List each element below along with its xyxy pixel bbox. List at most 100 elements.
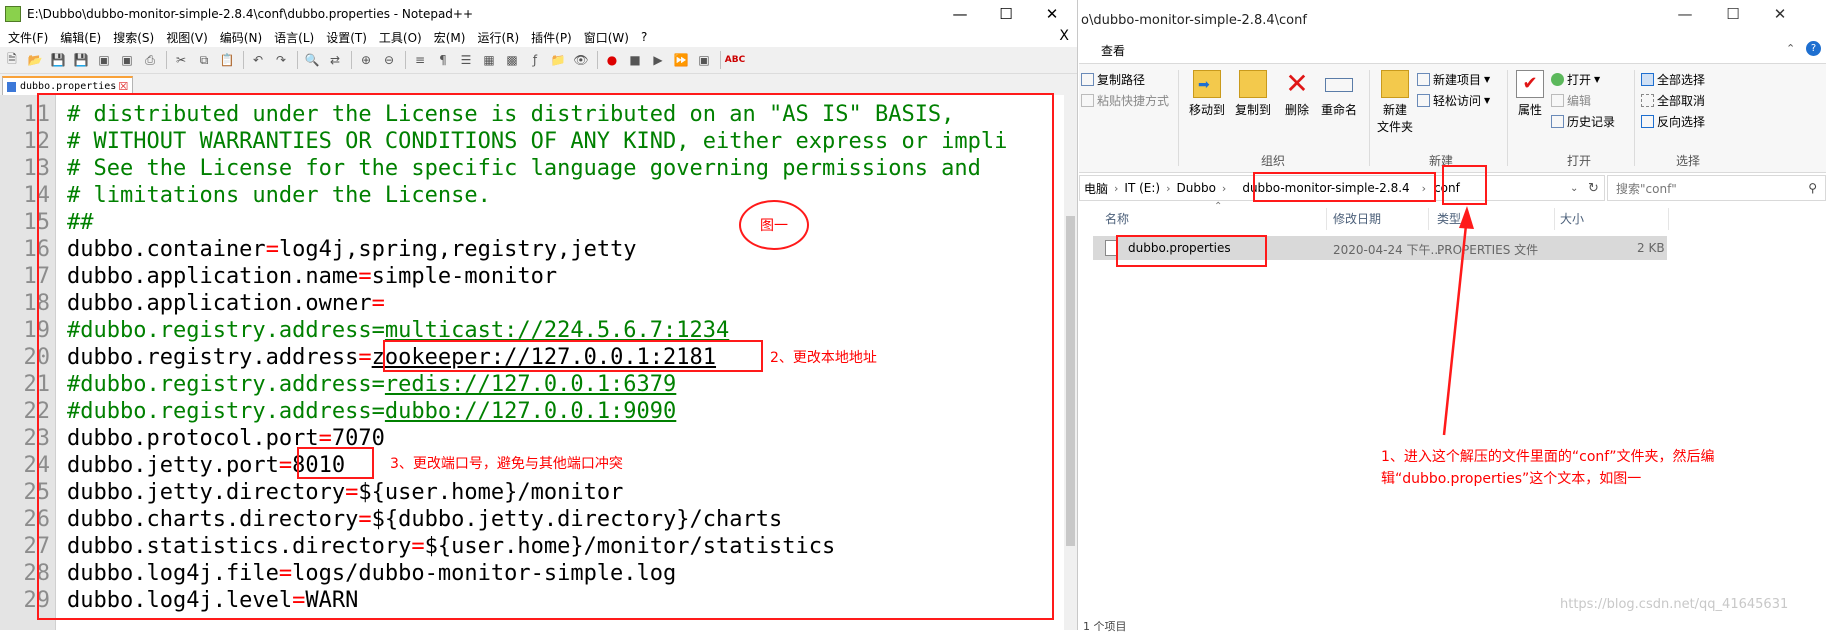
invert-selection-label: 反向选择 [1657,115,1706,129]
new-item-button[interactable]: 新建项目 ▼ [1417,71,1490,88]
save-macro-icon[interactable]: ▣ [695,51,713,69]
menu-item[interactable]: 工具(O) [373,29,428,46]
breadcrumb-this-pc[interactable]: 电脑 [1080,180,1112,197]
column-separator[interactable] [1668,208,1669,230]
menu-item[interactable]: 文件(F) [2,29,54,46]
help-icon[interactable]: ? [1806,41,1821,56]
ribbon-collapse-icon[interactable]: ⌃ [1786,42,1795,55]
play-macro-icon[interactable]: ▶ [649,51,667,69]
move-to-button[interactable]: ➡ 移动到 [1185,70,1229,118]
explorer-minimize-button[interactable]: — [1662,0,1708,27]
close-document-button[interactable]: X [1059,28,1069,44]
address-dropdown-icon[interactable]: ⌄ [1570,183,1578,194]
menu-item[interactable]: 设置(T) [320,29,373,46]
print-icon[interactable]: ⎙ [141,51,159,69]
column-separator[interactable] [1428,208,1429,230]
column-header-modified[interactable]: 修改日期 [1333,210,1381,227]
new-folder-label-2: 文件夹 [1376,120,1413,134]
word-wrap-icon[interactable]: ¶ [434,51,452,69]
tab-view[interactable]: 查看 [1101,42,1125,59]
copy-icon[interactable]: ⧉ [195,51,213,69]
maximize-button[interactable]: ☐ [983,0,1029,27]
easy-access-button[interactable]: 轻松访问 ▼ [1417,92,1490,109]
column-separator[interactable] [1326,208,1327,230]
spell-check-icon[interactable]: ABC [725,51,745,69]
open-button[interactable]: 打开 ▼ [1551,71,1600,88]
scrollbar-thumb[interactable] [1066,216,1075,546]
history-button[interactable]: 历史记录 [1551,113,1615,130]
breadcrumb-drive[interactable]: IT (E:) [1120,181,1164,195]
save-all-icon[interactable]: 💾 [72,51,90,69]
record-macro-icon[interactable]: ● [603,51,621,69]
menu-item[interactable]: 运行(R) [471,29,525,46]
lang-icon[interactable]: ▦ [480,51,498,69]
menu-item[interactable]: 视图(V) [160,29,214,46]
undo-icon[interactable]: ↶ [249,51,267,69]
edit-button[interactable]: 编辑 [1551,92,1591,109]
replace-icon[interactable]: ⇄ [326,51,344,69]
toolbar-separator [297,51,298,69]
easy-access-icon [1417,94,1430,107]
menu-item[interactable]: 插件(P) [525,29,578,46]
chevron-right-icon[interactable]: › [1112,182,1120,195]
menu-item[interactable]: 编辑(E) [54,29,107,46]
paste-shortcut-button[interactable]: 粘贴快捷方式 [1081,92,1169,109]
monitor-icon[interactable]: 👁 [572,51,590,69]
cut-icon[interactable]: ✂ [172,51,190,69]
delete-label: 删除 [1284,103,1309,117]
column-separator[interactable] [1554,208,1555,230]
column-header-type[interactable]: 类型 [1437,210,1461,227]
search-icon[interactable]: ⚲ [1808,181,1817,195]
new-file-icon[interactable]: 🗎 [3,51,21,69]
minimize-button[interactable]: — [937,0,983,27]
column-header-size[interactable]: 大小 [1560,210,1584,227]
copy-to-button[interactable]: 复制到 [1231,70,1275,118]
select-none-icon [1641,94,1654,107]
run-macro-multiple-icon[interactable]: ⏩ [672,51,690,69]
menu-item[interactable]: 编码(N) [214,29,268,46]
search-box[interactable]: 搜索"conf" ⚲ [1607,175,1826,201]
chevron-right-icon[interactable]: › [1220,182,1228,195]
close-all-icon[interactable]: ▣ [118,51,136,69]
invert-selection-button[interactable]: 反向选择 [1641,113,1705,130]
menu-item[interactable]: 宏(M) [428,29,472,46]
tab-close-icon[interactable]: ☒ [118,80,128,93]
file-modified: 2020-04-24 下午... [1333,243,1442,257]
copy-path-button[interactable]: 复制路径 [1081,71,1145,88]
menu-item[interactable]: 窗口(W) [578,29,635,46]
open-file-icon[interactable]: 📂 [26,51,44,69]
refresh-icon[interactable]: ↻ [1588,181,1599,196]
vertical-scrollbar[interactable] [1064,95,1077,630]
chevron-right-icon[interactable]: › [1164,182,1172,195]
redo-icon[interactable]: ↷ [272,51,290,69]
menu-item[interactable]: 语言(L) [268,29,320,46]
paste-icon[interactable]: 📋 [218,51,236,69]
breadcrumb-dubbo[interactable]: Dubbo [1173,181,1220,195]
stop-macro-icon[interactable]: ■ [626,51,644,69]
close-icon[interactable]: ▣ [95,51,113,69]
save-icon[interactable]: 💾 [49,51,67,69]
menu-item[interactable]: 搜索(S) [107,29,160,46]
menu-item[interactable]: ? [635,30,653,44]
folder-workspace-icon[interactable]: 📁 [549,51,567,69]
explorer-close-button[interactable]: ✕ [1757,0,1803,27]
delete-button[interactable]: ✕ 删除 [1280,70,1314,118]
group-label-organize: 组织 [1261,154,1286,168]
close-window-button[interactable]: ✕ [1029,0,1075,27]
properties-button[interactable]: ✔ 属性 [1513,70,1547,118]
new-folder-button[interactable]: 新建 文件夹 [1375,70,1415,135]
properties-label: 属性 [1517,103,1542,117]
function-list-icon[interactable]: ƒ [526,51,544,69]
find-icon[interactable]: 🔍 [303,51,321,69]
zoom-out-icon[interactable]: ⊖ [380,51,398,69]
rename-button[interactable]: 重命名 [1316,70,1362,118]
select-none-button[interactable]: 全部取消 [1641,92,1705,109]
copy-path-icon [1081,73,1094,86]
select-all-button[interactable]: 全部选择 [1641,71,1705,88]
column-header-name[interactable]: 名称 [1105,210,1129,227]
indent-guide-icon[interactable]: ☰ [457,51,475,69]
sync-scroll-icon[interactable]: ≡ [411,51,429,69]
explorer-maximize-button[interactable]: ☐ [1710,0,1756,27]
doc-map-icon[interactable]: ▩ [503,51,521,69]
zoom-in-icon[interactable]: ⊕ [357,51,375,69]
